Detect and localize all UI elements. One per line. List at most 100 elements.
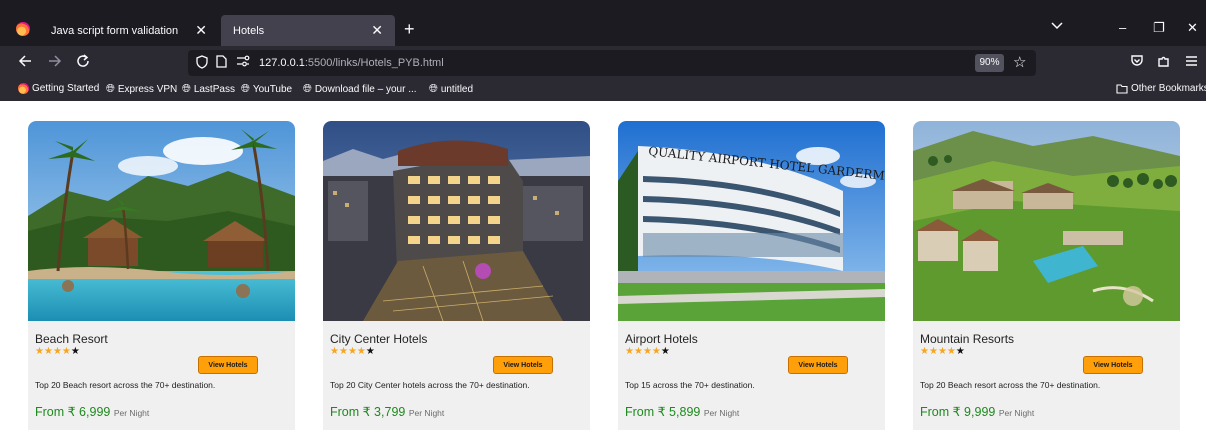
reload-button[interactable] — [76, 54, 90, 72]
card-description: Top 20 Beach resort across the 70+ desti… — [920, 380, 1101, 390]
bookmark-star-icon[interactable]: ☆ — [1013, 53, 1026, 71]
star-filled-icon: ★ — [625, 346, 634, 357]
star-filled-icon: ★ — [61, 346, 71, 357]
star-filled-icon: ★ — [928, 346, 938, 357]
star-filled-icon: ★ — [356, 346, 366, 357]
card-price: From ₹ 9,999 Per Night — [920, 404, 1034, 419]
hotel-card-mountain: Mountain Resorts ★★★★★ View Hotels Top 2… — [913, 121, 1180, 430]
list-all-tabs-button[interactable] — [1051, 21, 1063, 33]
star-filled-icon: ★ — [35, 346, 44, 357]
card-title: Beach Resort — [35, 332, 108, 346]
folder-icon — [1116, 83, 1128, 94]
url-path: :5500/links/Hotels_PYB.html — [304, 57, 444, 69]
bookmark-youtube[interactable]: 🌐︎ YouTube — [241, 83, 292, 96]
star-filled-icon: ★ — [937, 346, 947, 357]
card-description: Top 15 across the 70+ destination. — [625, 380, 755, 390]
star-filled-icon: ★ — [330, 346, 339, 357]
zoom-level-badge[interactable]: 90% — [975, 54, 1004, 72]
price-amount: From ₹ 5,899 — [625, 405, 701, 419]
extensions-button[interactable] — [1157, 54, 1171, 72]
tab-form-validation[interactable]: Java script form validation ✕ — [39, 15, 219, 47]
arrow-left-icon — [18, 55, 31, 67]
tab-bar: Java script form validation ✕ Hotels ✕ +… — [0, 0, 1206, 47]
card-price: From ₹ 3,799 Per Night — [330, 404, 444, 419]
hotel-card-beach-resort: Beach Resort ★★★★★ View Hotels Top 20 Be… — [28, 121, 295, 430]
city-center-hotel-image — [323, 121, 590, 321]
tab-label: Java script form validation — [51, 25, 179, 37]
url-text[interactable]: 127.0.0.1:5500/links/Hotels_PYB.html — [259, 57, 444, 69]
firefox-icon — [18, 83, 29, 94]
mountain-resort-image — [913, 121, 1180, 321]
tab-hotels[interactable]: Hotels ✕ — [221, 15, 395, 47]
shield-icon[interactable] — [196, 55, 208, 72]
star-rating: ★★★★★ — [35, 346, 80, 357]
view-hotels-button[interactable]: View Hotels — [493, 356, 553, 374]
price-unit: Per Night — [113, 408, 150, 418]
view-hotels-button[interactable]: View Hotels — [788, 356, 848, 374]
star-empty-icon: ★ — [955, 346, 965, 357]
card-price: From ₹ 5,899 Per Night — [625, 404, 739, 419]
star-rating: ★★★★★ — [330, 346, 375, 357]
bookmark-download-file[interactable]: 🌐︎ Download file – your ... — [303, 83, 417, 96]
star-filled-icon: ★ — [946, 346, 956, 357]
close-icon[interactable]: ✕ — [371, 22, 383, 39]
star-filled-icon: ★ — [52, 346, 62, 357]
hotel-card-airport: QUALITY AIRPORT HOTEL GARDERMOEN Airport… — [618, 121, 885, 430]
view-hotels-button[interactable]: View Hotels — [198, 356, 258, 374]
card-price: From ₹ 6,999 Per Night — [35, 404, 149, 419]
navigation-bar: 127.0.0.1:5500/links/Hotels_PYB.html 90%… — [0, 46, 1206, 79]
close-window-button[interactable]: ✕ — [1187, 20, 1198, 36]
star-filled-icon: ★ — [633, 346, 643, 357]
menu-button[interactable] — [1185, 54, 1198, 71]
arrow-right-icon — [49, 55, 62, 67]
minimize-button[interactable]: – — [1119, 20, 1126, 35]
airport-hotel-image: QUALITY AIRPORT HOTEL GARDERMOEN — [618, 121, 885, 321]
restore-button[interactable]: ❐ — [1153, 20, 1165, 36]
bookmark-lastpass[interactable]: 🌐︎ LastPass — [182, 83, 235, 96]
puzzle-icon — [1158, 56, 1169, 67]
hotel-card-city-center: City Center Hotels ★★★★★ View Hotels Top… — [323, 121, 590, 430]
star-empty-icon: ★ — [660, 346, 670, 357]
pocket-button[interactable] — [1130, 54, 1144, 72]
firefox-logo-icon — [16, 22, 30, 36]
globe-icon: 🌐︎ — [241, 83, 250, 95]
price-unit: Per Night — [703, 408, 740, 418]
card-description: Top 20 City Center hotels across the 70+… — [330, 380, 530, 390]
globe-icon: 🌐︎ — [182, 83, 191, 95]
globe-icon: 🌐︎ — [106, 83, 115, 95]
pocket-icon — [1131, 55, 1143, 66]
star-rating: ★★★★★ — [625, 346, 670, 357]
bookmarks-toolbar: Getting Started 🌐︎ Express VPN 🌐︎ LastPa… — [0, 79, 1206, 101]
price-amount: From ₹ 6,999 — [35, 405, 111, 419]
card-description: Top 20 Beach resort across the 70+ desti… — [35, 380, 216, 390]
price-unit: Per Night — [408, 408, 445, 418]
forward-button[interactable] — [48, 54, 62, 72]
star-filled-icon: ★ — [338, 346, 348, 357]
price-amount: From ₹ 9,999 — [920, 405, 996, 419]
other-bookmarks[interactable]: Other Bookmarks — [1116, 83, 1206, 94]
page-icon[interactable] — [216, 55, 227, 71]
bookmark-untitled[interactable]: 🌐︎ untitled — [429, 83, 473, 96]
permissions-icon[interactable] — [236, 55, 250, 70]
bookmark-getting-started[interactable]: Getting Started — [18, 83, 99, 94]
card-title: Airport Hotels — [625, 332, 698, 346]
card-title: Mountain Resorts — [920, 332, 1015, 346]
view-hotels-button[interactable]: View Hotels — [1083, 356, 1143, 374]
star-filled-icon: ★ — [347, 346, 357, 357]
bookmark-express-vpn[interactable]: 🌐︎ Express VPN — [106, 83, 177, 96]
close-icon[interactable]: ✕ — [195, 22, 207, 39]
url-bar[interactable]: 127.0.0.1:5500/links/Hotels_PYB.html 90%… — [188, 50, 1036, 76]
star-filled-icon: ★ — [651, 346, 661, 357]
card-title: City Center Hotels — [330, 332, 428, 346]
chevron-down-icon — [1051, 22, 1063, 30]
globe-icon: 🌐︎ — [303, 83, 312, 95]
back-button[interactable] — [18, 54, 32, 72]
reload-icon — [77, 54, 89, 67]
url-host: 127.0.0.1 — [259, 57, 305, 69]
star-rating: ★★★★★ — [920, 346, 965, 357]
new-tab-button[interactable]: + — [404, 19, 415, 40]
beach-resort-image — [28, 121, 295, 321]
star-empty-icon: ★ — [365, 346, 375, 357]
star-empty-icon: ★ — [70, 346, 80, 357]
price-amount: From ₹ 3,799 — [330, 405, 406, 419]
